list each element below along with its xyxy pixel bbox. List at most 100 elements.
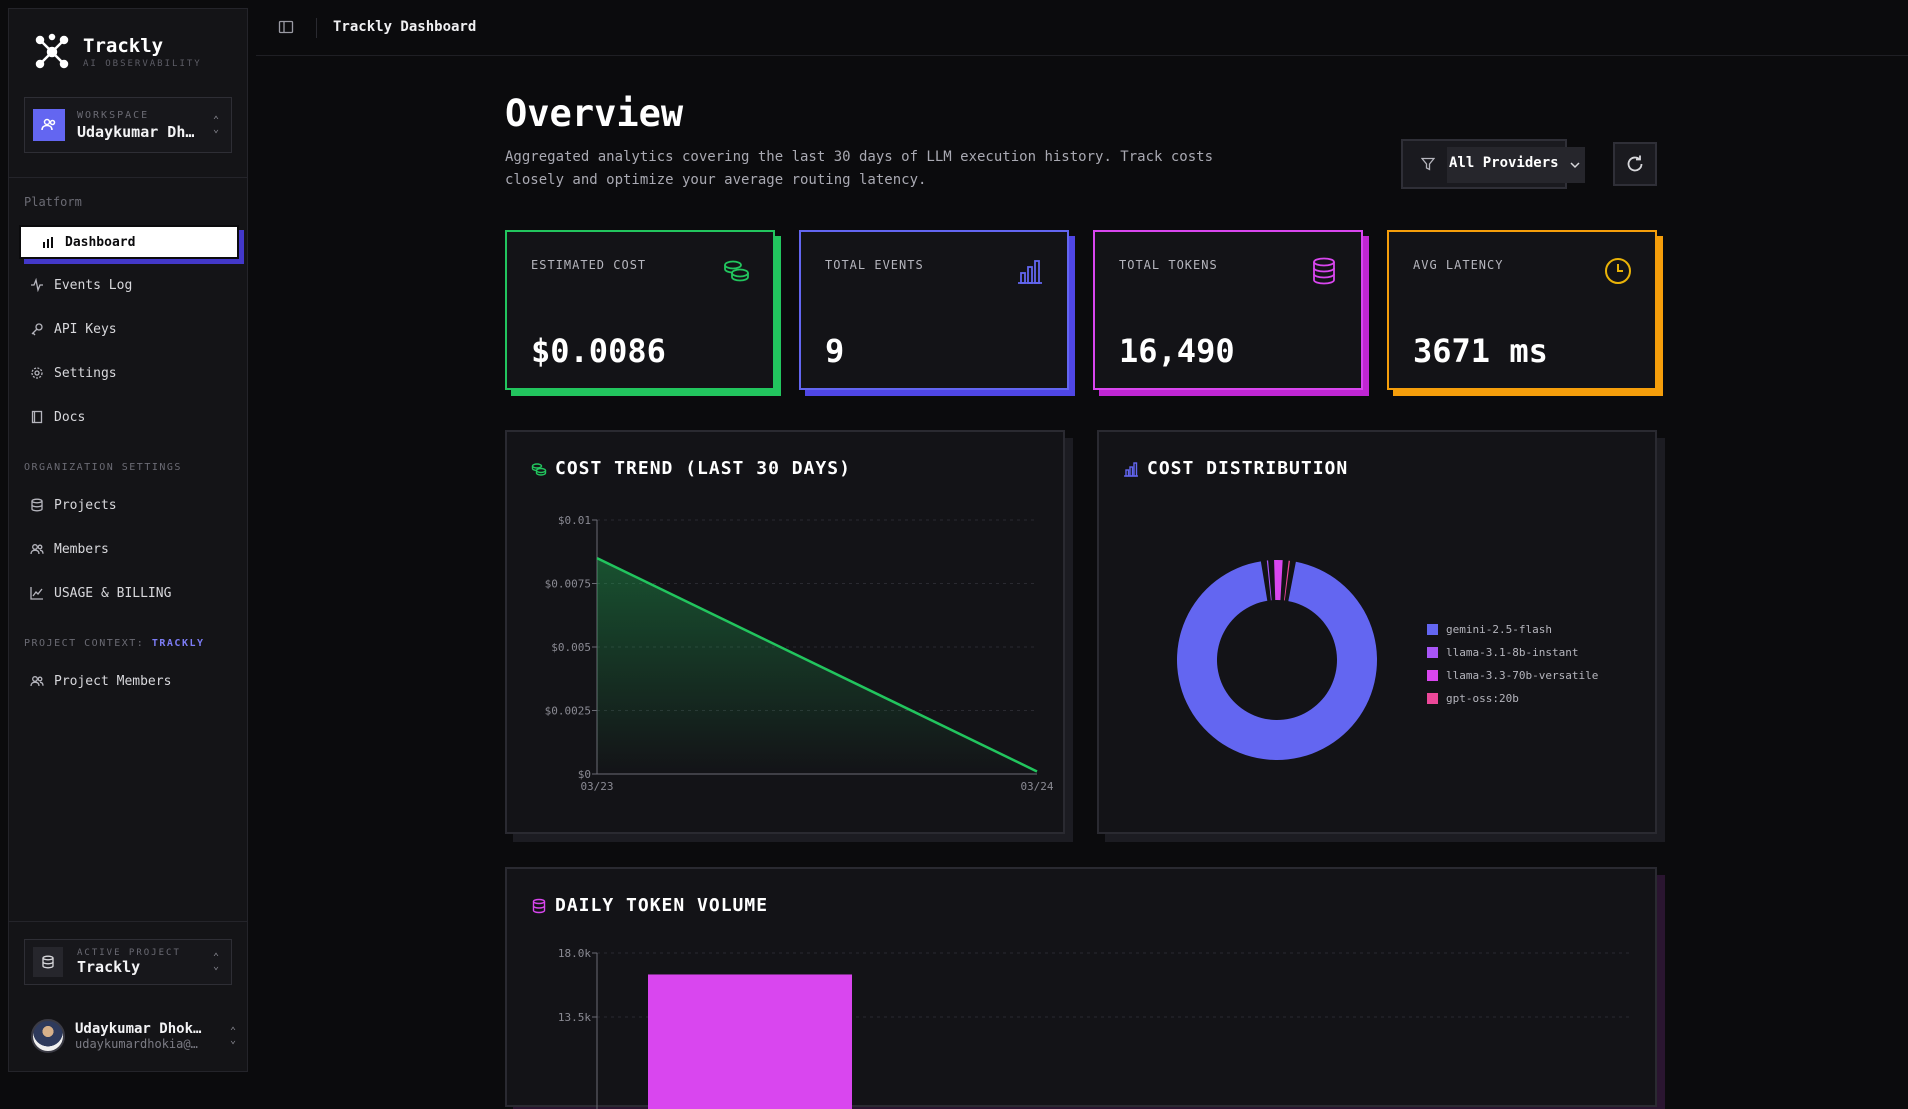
y-tick-label: $0.01 [558,514,591,527]
kpi-label: ESTIMATED COST [531,258,647,272]
section-project-context: PROJECT CONTEXT: TRACKLY [24,638,205,649]
activity-icon [31,278,43,292]
divider [9,177,247,178]
project-context-name: TRACKLY [151,638,205,649]
gear-icon [31,367,43,379]
sidebar-item-label: Projects [54,497,117,513]
legend-swatch [1427,647,1438,658]
pie-slice [1274,560,1283,601]
sidebar-item-project-members[interactable]: Project Members [24,663,239,699]
cost-distribution-card: COST DISTRIBUTION gemini-2.5-flash llama-… [1097,430,1657,834]
network-logo-icon [35,33,69,69]
key-icon [31,323,43,336]
trend-icon [30,587,43,600]
kpi-value: 9 [825,332,845,370]
active-project-label: ACTIVE PROJECT [77,948,181,958]
clock-icon [1605,258,1631,284]
sidebar: Trackly AI OBSERVABILITY WORKSPACE Udayk… [8,8,248,1072]
user-menu[interactable]: Udaykumar Dhok… udaykumardhokia@… ⌃ ⌄ [31,1019,236,1053]
pie-slice [1266,560,1272,601]
legend-swatch [1427,670,1438,681]
x-tick-label: 03/24 [1020,780,1053,793]
sidebar-item-label: API Keys [54,321,117,337]
section-organization-settings: ORGANIZATION SETTINGS [24,462,182,473]
book-icon [31,410,43,424]
legend-item[interactable]: gpt-oss:20b [1427,687,1598,710]
refresh-button[interactable] [1613,142,1657,186]
sidebar-item-dashboard[interactable]: Dashboard [19,225,239,259]
users-icon [30,676,44,687]
sidebar-item-usage-billing[interactable]: USAGE & BILLING [24,575,239,611]
active-project-name: Trackly [77,958,141,976]
workspace-avatar [33,109,65,141]
project-context-label: PROJECT CONTEXT: [24,638,145,649]
workspace-switcher[interactable]: WORKSPACE Udaykumar Dh… ⌃ ⌄ [24,97,232,153]
kpi-value: 16,490 [1119,332,1235,370]
y-tick-label: $0.005 [551,641,591,654]
page-breadcrumb: Trackly Dashboard [333,19,477,35]
topbar: Trackly Dashboard [256,0,1908,56]
sidebar-item-docs[interactable]: Docs [24,399,239,435]
workspace-name: Udaykumar Dh… [77,122,195,141]
sidebar-item-projects[interactable]: Projects [24,487,239,523]
kpi-value: 3671 ms [1413,332,1548,370]
bar-chart-icon [43,237,53,248]
cost-trend-chart: $0$0.0025$0.005$0.0075$0.0103/23 03/24 [545,514,1054,793]
sidebar-item-label: Docs [54,409,86,425]
legend-item[interactable]: llama-3.1-8b-instant [1427,641,1598,664]
legend-label: llama-3.1-8b-instant [1446,646,1579,659]
kpi-label: TOTAL EVENTS [825,258,924,272]
avatar [31,1019,65,1053]
brand-tagline: AI OBSERVABILITY [83,59,202,69]
legend-item[interactable]: llama-3.3-70b-versatile [1427,664,1598,687]
workspace-label: WORKSPACE [77,109,150,121]
kpi-label: AVG LATENCY [1413,258,1504,272]
sidebar-toggle-icon[interactable] [278,19,294,35]
kpi-total-events: TOTAL EVENTS 9 [799,230,1069,390]
sidebar-item-events-log[interactable]: Events Log [24,267,239,303]
y-tick-label: $0.0075 [545,578,591,591]
database-icon [33,947,63,977]
cost-trend-card: COST TREND (LAST 30 DAYS) $0 $0.0025 $0.00… [505,430,1065,834]
pie-slice [1284,560,1290,601]
x-tick-label: 03/23 [580,780,613,793]
sidebar-item-api-keys[interactable]: API Keys [24,311,239,347]
database-icon [31,498,43,512]
section-platform: Platform [24,195,82,209]
legend-swatch [1427,624,1438,635]
sidebar-item-label: USAGE & BILLING [54,585,172,601]
chevron-up-down-icon: ⌃ ⌄ [212,115,220,135]
brand[interactable]: Trackly AI OBSERVABILITY [33,33,202,71]
provider-filter[interactable]: All Providers [1401,139,1585,189]
refresh-icon [1627,155,1643,172]
daily-token-card: DAILY TOKEN VOLUME 18.0k 13.5k [505,867,1657,1109]
divider [316,18,317,38]
legend-swatch [1427,693,1438,704]
user-email: udaykumardhokia@… [75,1037,198,1051]
users-icon [30,544,44,555]
users-icon [41,118,56,131]
legend-label: gpt-oss:20b [1446,692,1519,705]
sidebar-item-settings[interactable]: Settings [24,355,239,391]
kpi-avg-latency: AVG LATENCY 3671 ms [1387,230,1657,390]
sidebar-item-label: Dashboard [65,234,136,250]
chevron-up-down-icon: ⌃ ⌄ [212,952,220,972]
divider [9,921,247,922]
kpi-label: TOTAL TOKENS [1119,258,1218,272]
sidebar-item-label: Events Log [54,277,133,293]
chevron-down-icon [1570,162,1580,169]
active-project-switcher[interactable]: ACTIVE PROJECT Trackly ⌃ ⌄ [24,939,232,985]
user-name: Udaykumar Dhok… [75,1021,202,1037]
sidebar-item-members[interactable]: Members [24,531,239,567]
database-icon [1313,257,1335,285]
y-tick-label: 13.5k [558,1011,591,1024]
daily-token-chart: 18.0k 13.5k [558,947,1632,1109]
chevron-up-down-icon: ⌃ ⌄ [229,1026,236,1046]
bar-chart-icon [1018,260,1042,284]
y-tick-label: 18.0k [558,947,591,960]
legend-label: gemini-2.5-flash [1446,623,1552,636]
bar [648,974,852,1109]
legend-item[interactable]: gemini-2.5-flash [1427,618,1598,641]
page-description: Aggregated analytics covering the last 3… [505,149,1214,188]
coins-icon [724,260,749,282]
